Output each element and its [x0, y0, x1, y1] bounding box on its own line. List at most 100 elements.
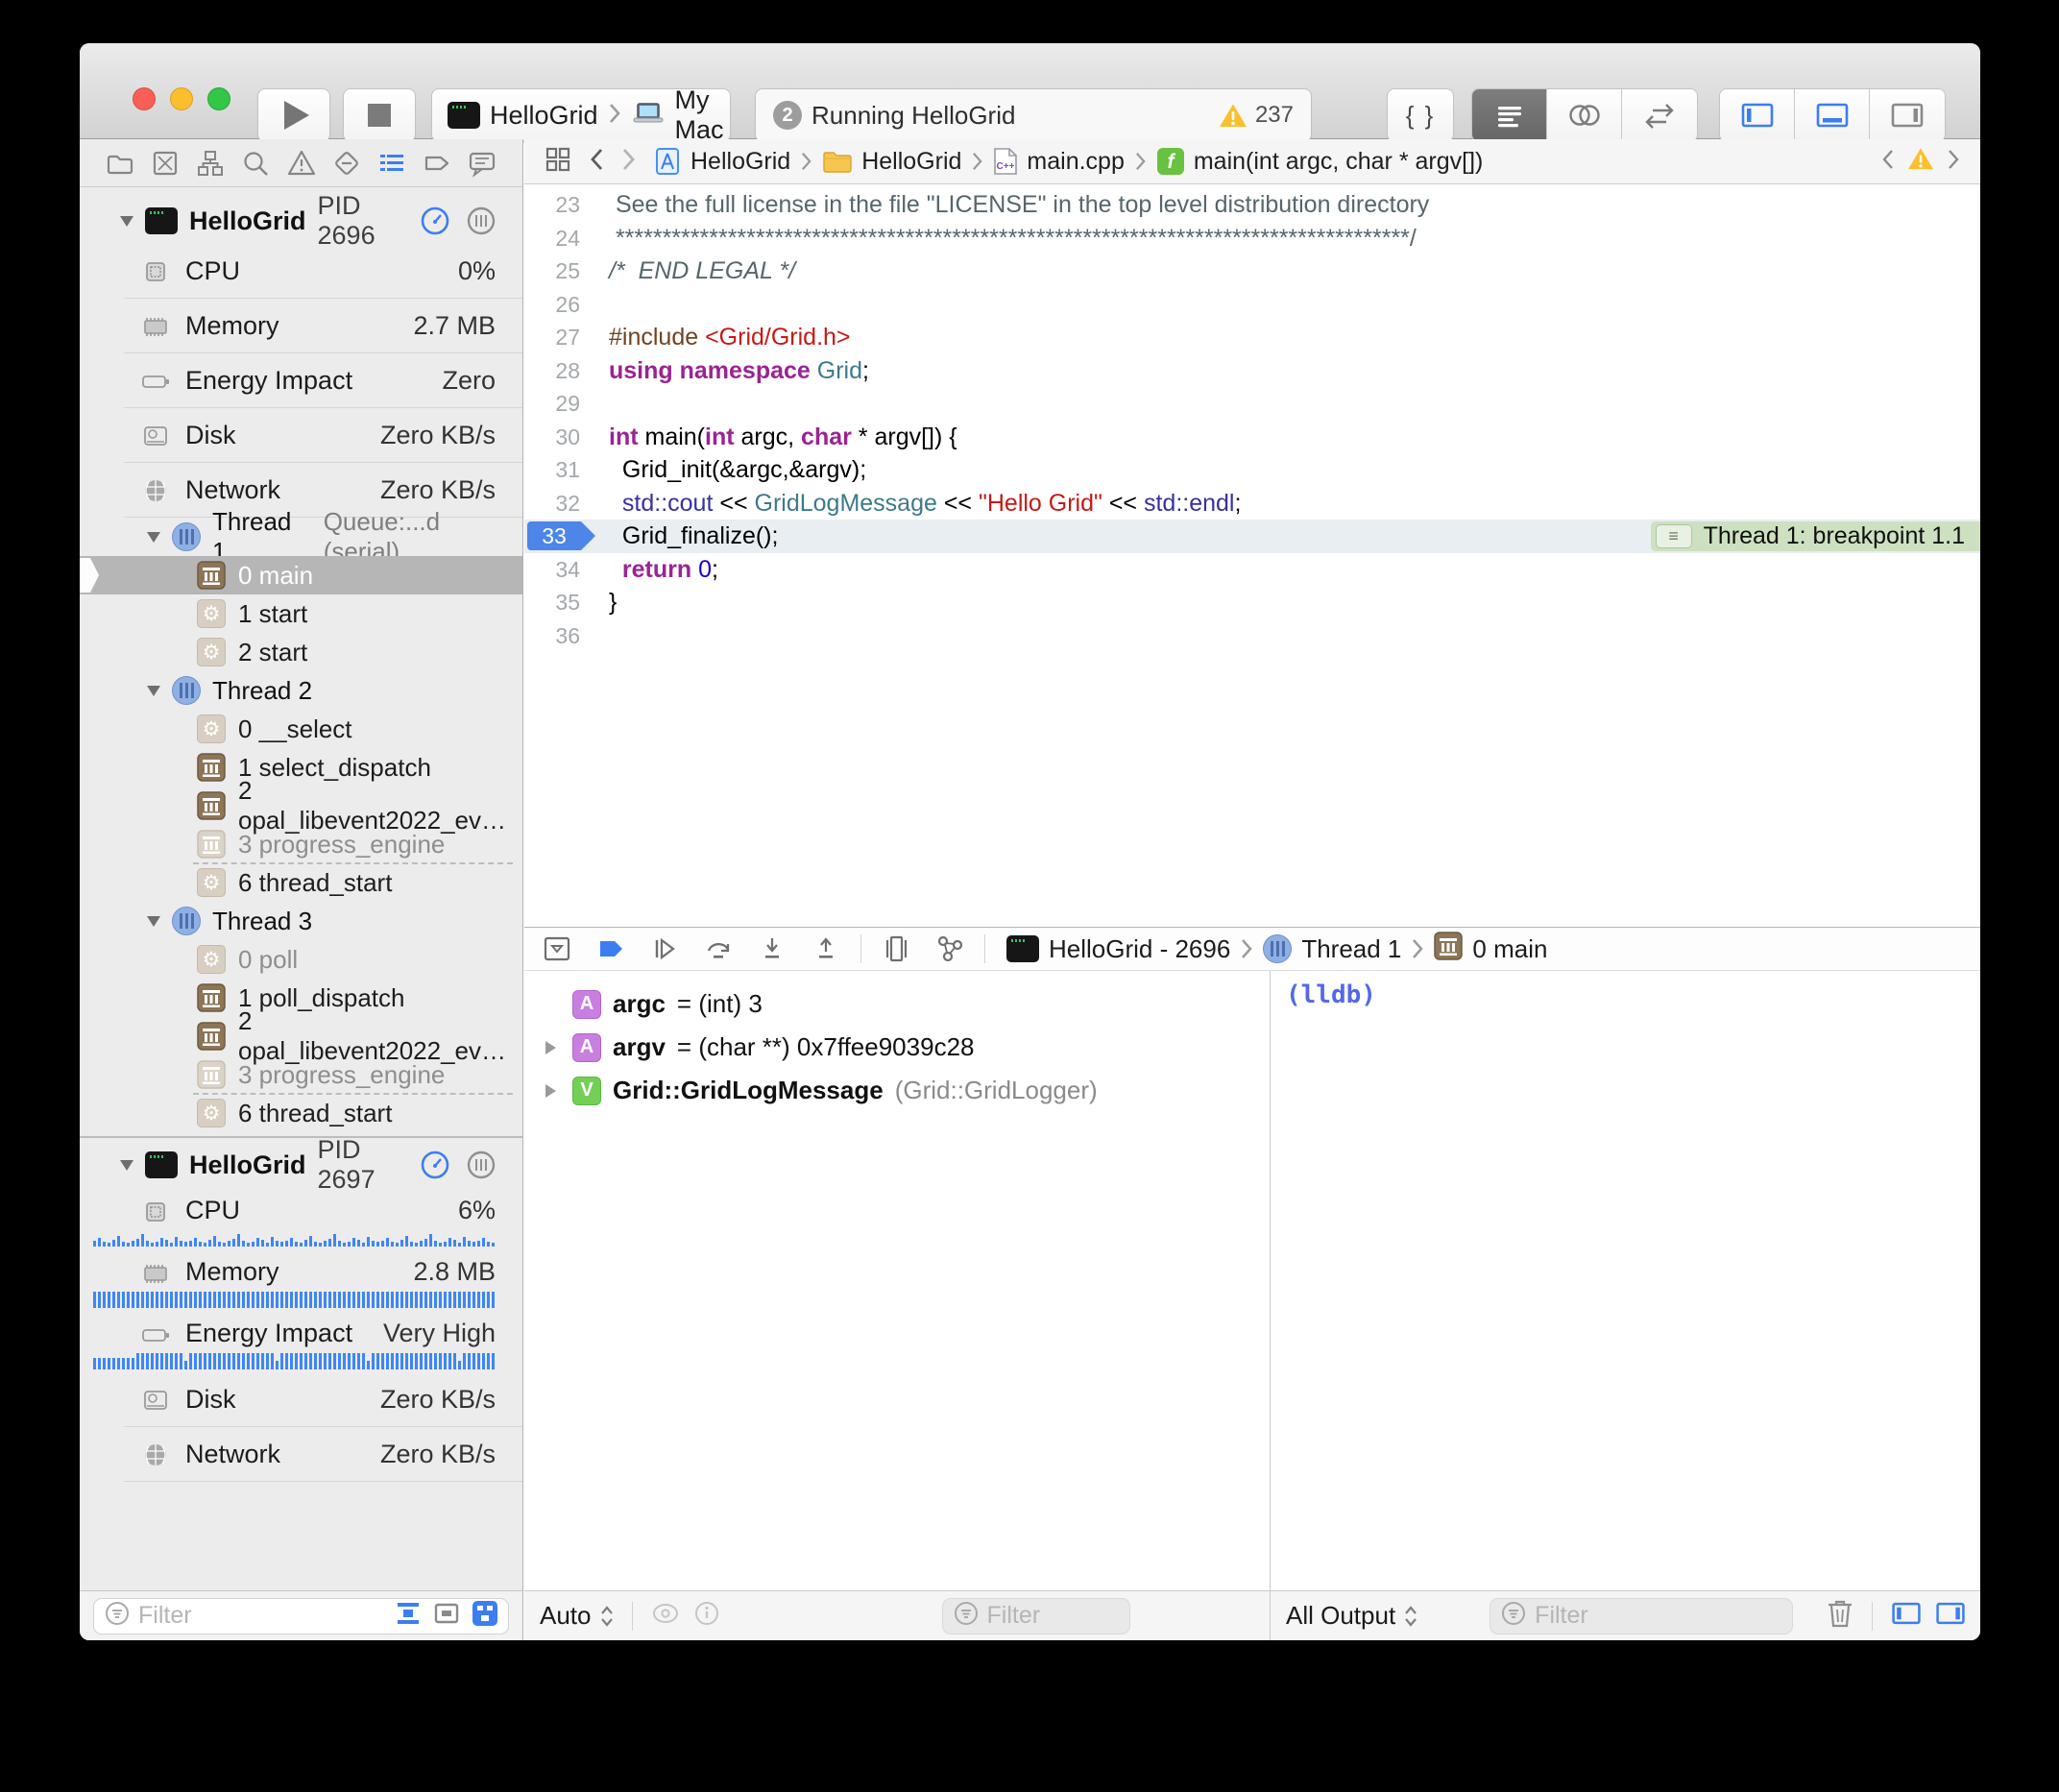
frame-row[interactable]: 2 opal_libevent2022_ev…	[80, 787, 522, 825]
jump-bar-item[interactable]: fmain(int argc, char * argv[])	[1156, 147, 1484, 176]
disclosure-triangle-icon[interactable]	[540, 1084, 561, 1098]
frame-row[interactable]: ⚙0 poll	[80, 940, 522, 979]
jump-bar-item[interactable]: HelloGrid	[653, 147, 790, 176]
navigator-filter-field[interactable]	[93, 1598, 509, 1635]
code-line-29[interactable]: 29	[524, 387, 1980, 421]
code-line-26[interactable]: 26	[524, 288, 1980, 322]
clear-console-button[interactable]	[1826, 1597, 1854, 1635]
code-line-36[interactable]: 36	[524, 619, 1980, 653]
jump-bar-item[interactable]: C++main.cpp	[993, 147, 1124, 176]
debug-frame-label[interactable]: 0 main	[1472, 934, 1547, 964]
debug-view-hierarchy-button[interactable]	[869, 932, 923, 966]
activity-viewer[interactable]: 2 Running HelloGrid 237	[755, 88, 1312, 142]
jump-bar-item[interactable]: HelloGrid	[822, 148, 961, 176]
gauge-row-energy-impact[interactable]: Energy ImpactZero	[80, 353, 522, 408]
code-line-32[interactable]: 32 std::cout << GridLogMessage << "Hello…	[524, 487, 1980, 521]
step-out-button[interactable]	[799, 932, 853, 966]
frame-row[interactable]: ⚙2 start	[80, 633, 522, 671]
variable-row[interactable]: VGrid::GridLogMessage (Grid::GridLogger)	[524, 1069, 1270, 1112]
issue-warning-icon[interactable]	[1907, 147, 1934, 176]
gauge-row-cpu[interactable]: CPU6%	[80, 1188, 522, 1249]
gauge-row-network[interactable]: NetworkZero KB/s	[80, 1427, 522, 1482]
navigator-tab-reports[interactable]	[467, 148, 497, 179]
thread-row[interactable]: Thread 1Queue:...d (serial)	[80, 518, 522, 556]
toggle-inspectors-button[interactable]	[1870, 89, 1945, 141]
source-editor[interactable]: 23 See the full license in the file "LIC…	[524, 185, 1980, 927]
frame-row[interactable]: 3 progress_engine	[80, 825, 522, 863]
navigator-tab-source-control[interactable]	[150, 148, 181, 179]
thread-view-button[interactable]	[465, 1149, 497, 1181]
gauge-row-cpu[interactable]: CPU0%	[80, 244, 522, 299]
thread-row[interactable]: Thread 3	[80, 902, 522, 940]
annotation-menu-icon[interactable]: ≡	[1656, 524, 1692, 548]
minimize-button[interactable]	[170, 87, 193, 110]
next-issue-icon[interactable]	[1946, 147, 1961, 177]
navigator-tab-debug[interactable]	[376, 148, 407, 179]
frame-row[interactable]: ⚙1 start	[80, 594, 522, 633]
process-row[interactable]: HelloGridPID 2697	[80, 1142, 522, 1188]
code-line-34[interactable]: 34 return 0;	[524, 553, 1980, 587]
code-line-31[interactable]: 31 Grid_init(&argc,&argv);	[524, 453, 1980, 487]
navigator-tab-project[interactable]	[105, 148, 135, 179]
code-line-27[interactable]: 27#include <Grid/Grid.h>	[524, 321, 1980, 354]
frame-row[interactable]: ⚙0 __select	[80, 710, 522, 748]
frame-row[interactable]: 2 opal_libevent2022_ev…	[80, 1017, 522, 1055]
breakpoint-badge[interactable]: 33	[527, 521, 581, 550]
variables-filter-input[interactable]	[987, 1602, 1122, 1630]
toggle-variables-view-button[interactable]	[1890, 1599, 1923, 1633]
related-items-icon[interactable]	[544, 145, 572, 179]
navigator-tab-issues[interactable]	[286, 148, 317, 179]
warnings-indicator[interactable]: 237	[1219, 102, 1294, 129]
code-line-23[interactable]: 23 See the full license in the file "LIC…	[524, 188, 1980, 222]
step-into-button[interactable]	[745, 932, 799, 966]
zoom-button[interactable]	[207, 87, 230, 110]
gauge-view-button[interactable]	[419, 205, 451, 237]
close-button[interactable]	[133, 87, 156, 110]
variable-row[interactable]: Aargv = (char **) 0x7ffee9039c28	[524, 1026, 1270, 1069]
disclosure-triangle-icon[interactable]	[147, 686, 160, 696]
frame-row[interactable]: 0 main	[80, 556, 522, 594]
console-view[interactable]: (lldb)	[1271, 971, 1980, 1590]
variable-row[interactable]: Aargc = (int) 3	[524, 982, 1270, 1026]
variables-scope-dropdown[interactable]: Auto	[540, 1601, 615, 1631]
frame-row[interactable]: ⚙6 thread_start	[80, 1094, 522, 1132]
frame-row[interactable]: ⚙6 thread_start	[80, 863, 522, 902]
thread-row[interactable]: Thread 2	[80, 671, 522, 710]
scheme-selector[interactable]: HelloGrid My Mac	[431, 88, 731, 142]
filter-view-mode-icon[interactable]	[470, 1598, 500, 1634]
console-scope-dropdown[interactable]: All Output	[1286, 1601, 1418, 1631]
version-editor-button[interactable]	[1622, 89, 1697, 141]
standard-editor-button[interactable]	[1472, 89, 1547, 141]
filter-flagged-icon[interactable]	[393, 1598, 424, 1634]
gauge-row-disk[interactable]: DiskZero KB/s	[80, 408, 522, 463]
navigator-tab-breakpoints[interactable]	[422, 148, 452, 179]
gauge-row-energy-impact[interactable]: Energy ImpactVery High	[80, 1311, 522, 1372]
continue-button[interactable]	[638, 932, 691, 966]
breakpoint-annotation[interactable]: ≡Thread 1: breakpoint 1.1	[1651, 521, 1980, 551]
disclosure-triangle-icon[interactable]	[147, 916, 160, 927]
disclosure-triangle-icon[interactable]	[120, 1160, 133, 1171]
code-line-35[interactable]: 35}	[524, 586, 1980, 619]
thread-view-button[interactable]	[465, 205, 497, 237]
quicklook-icon[interactable]	[650, 1599, 681, 1633]
breakpoints-toggle-button[interactable]	[584, 932, 638, 966]
gauge-row-disk[interactable]: DiskZero KB/s	[80, 1372, 522, 1427]
disclosure-triangle-icon[interactable]	[120, 216, 133, 227]
toggle-console-button[interactable]	[1934, 1599, 1967, 1633]
process-row[interactable]: HelloGridPID 2696	[80, 198, 522, 244]
code-line-28[interactable]: 28using namespace Grid;	[524, 354, 1980, 388]
toggle-debug-area-button[interactable]	[1795, 89, 1870, 141]
info-icon[interactable]	[692, 1599, 721, 1633]
code-line-25[interactable]: 25/* END LEGAL */	[524, 254, 1980, 288]
braces-button[interactable]: { }	[1387, 88, 1454, 142]
gauge-row-memory[interactable]: Memory2.7 MB	[80, 299, 522, 353]
code-line-33[interactable]: 33 Grid_finalize();≡Thread 1: breakpoint…	[524, 520, 1980, 553]
forward-icon[interactable]	[620, 146, 638, 178]
navigator-tab-tests[interactable]	[331, 148, 362, 179]
debug-process-label[interactable]: HelloGrid - 2696	[1049, 934, 1230, 964]
stop-button[interactable]	[343, 88, 416, 142]
debug-thread-label[interactable]: Thread 1	[1301, 934, 1401, 964]
step-over-button[interactable]	[691, 932, 745, 966]
toggle-navigator-button[interactable]	[1720, 89, 1795, 141]
console-filter-input[interactable]	[1535, 1602, 1784, 1630]
